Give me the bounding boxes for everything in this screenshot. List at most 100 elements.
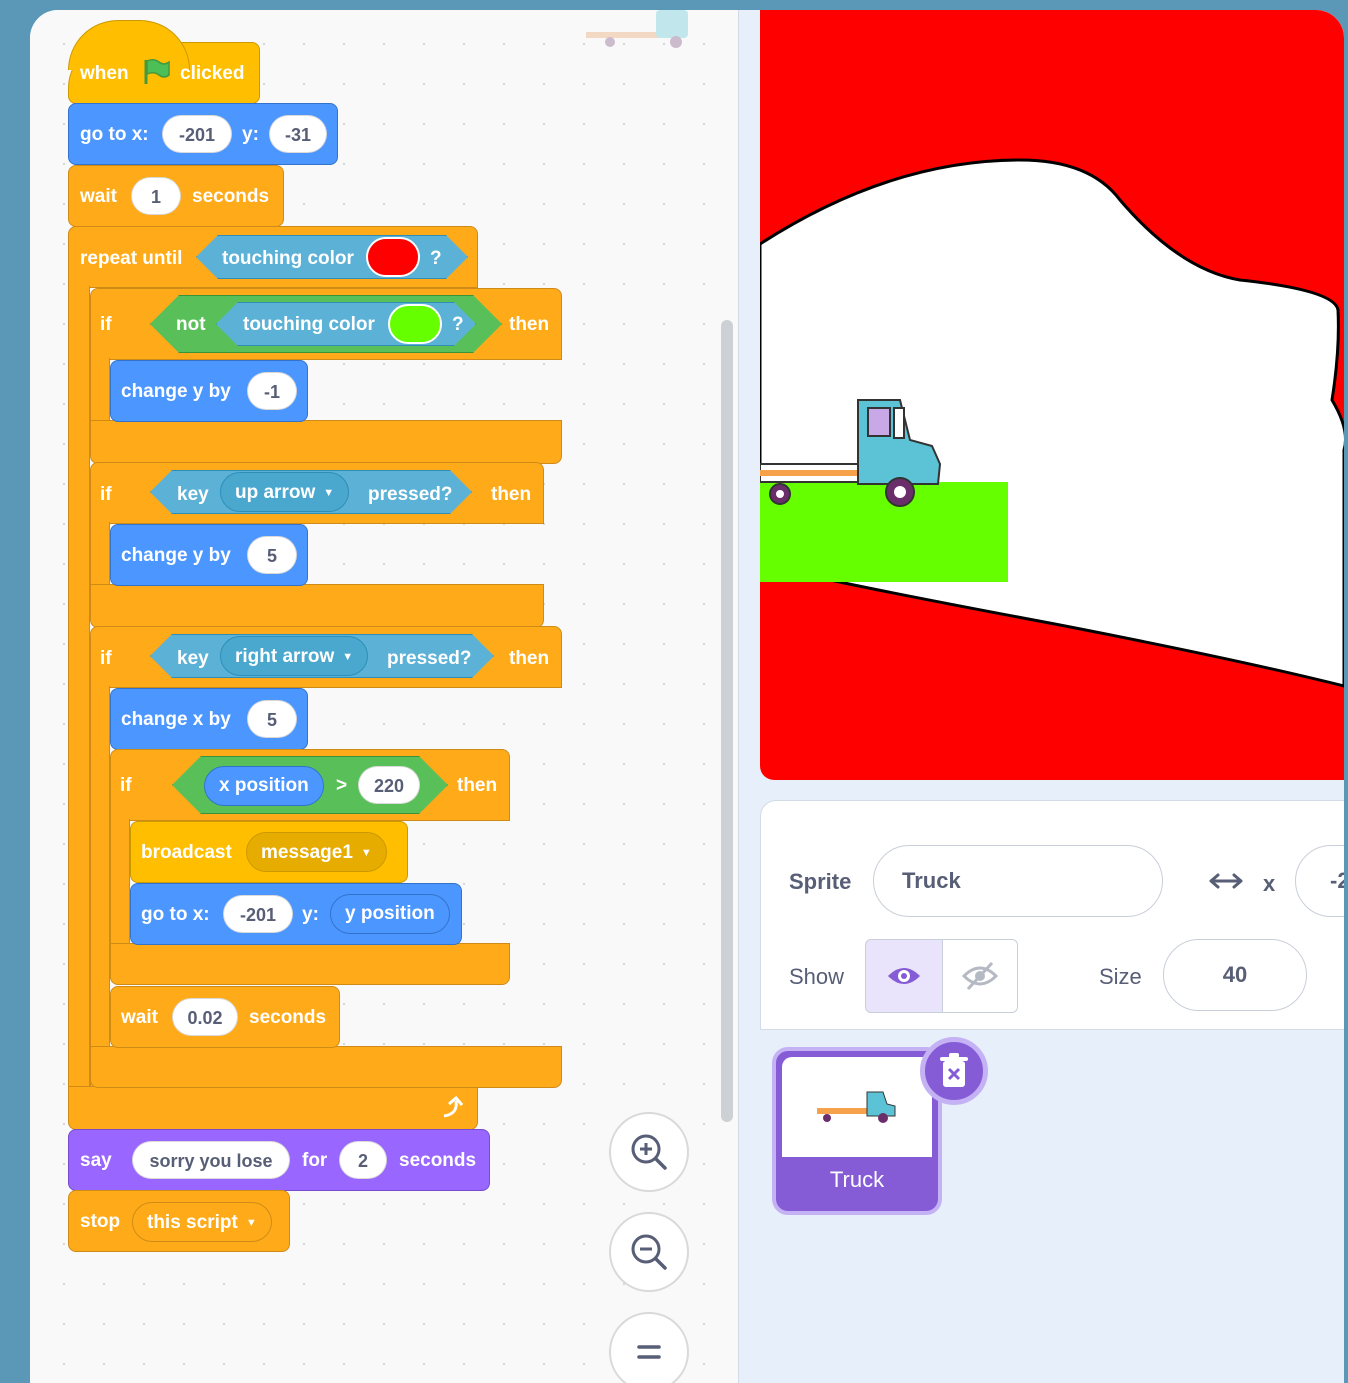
pane-divider xyxy=(738,10,760,1383)
zoom-out-button[interactable] xyxy=(609,1212,689,1292)
hat-when-label: when xyxy=(80,63,129,84)
if-4-foot xyxy=(110,943,510,985)
goto-y-input[interactable]: -31 xyxy=(269,115,327,153)
not-label: not xyxy=(176,314,206,335)
sprite-name-label: Sprite xyxy=(789,869,852,894)
if-1-foot xyxy=(90,420,562,464)
broadcast-message-dropdown[interactable]: message1 ▼ xyxy=(246,832,387,872)
if-2-label: if xyxy=(100,484,112,505)
change-y-label: change y by xyxy=(121,545,231,566)
say-label: say xyxy=(80,1150,112,1171)
key-label: key xyxy=(177,648,209,669)
sprite-thumbnail-image xyxy=(782,1057,932,1157)
compare-value-input[interactable]: 220 xyxy=(358,766,420,804)
red-color-swatch[interactable] xyxy=(366,237,420,277)
repeat-until-foot xyxy=(68,1086,478,1130)
truck-thumbnail-icon xyxy=(817,1091,896,1123)
green-flag-icon xyxy=(144,58,170,84)
trash-icon xyxy=(940,1053,968,1087)
zoom-in-icon xyxy=(631,1134,667,1170)
sprite-name-input[interactable]: Truck xyxy=(873,845,1163,917)
loop-arrow-icon xyxy=(443,1096,464,1118)
stop-label: stop xyxy=(80,1211,121,1232)
green-color-swatch[interactable] xyxy=(388,304,442,344)
size-input[interactable]: 40 xyxy=(1163,939,1307,1011)
if-3-label: if xyxy=(100,648,112,669)
code-workspace[interactable]: when clicked go to x: -201 y: -31 wait 1… xyxy=(30,10,738,1383)
delete-sprite-button[interactable] xyxy=(920,1037,988,1105)
show-visible-button[interactable] xyxy=(865,939,943,1013)
key-option-right: right arrow xyxy=(235,646,335,667)
change-y-input[interactable]: 5 xyxy=(247,536,297,574)
greater-than-symbol: > xyxy=(336,775,348,796)
key-label: key xyxy=(177,484,209,505)
if-4-label: if xyxy=(120,775,132,796)
repeat-question: ? xyxy=(430,248,442,269)
sprite-watermark-icon xyxy=(586,10,688,48)
y-position-reporter[interactable]: y position xyxy=(330,894,450,934)
sprite-info-panel: Sprite Truck x -2 Show Size 40 xyxy=(760,800,1344,1030)
goto-x-input[interactable]: -201 xyxy=(223,895,293,933)
if-1-question: ? xyxy=(452,314,464,335)
key-option-up: up arrow xyxy=(235,482,316,503)
sprite-thumbnail-name: Truck xyxy=(829,1167,885,1192)
sprite-thumbnail-truck[interactable]: Truck xyxy=(772,1047,942,1215)
sprite-list-pane: Truck xyxy=(760,1031,1344,1383)
key-dropdown-up[interactable]: up arrow ▼ xyxy=(220,472,350,512)
zoom-in-button[interactable] xyxy=(609,1112,689,1192)
wait-unit-label: seconds xyxy=(192,186,270,207)
say-unit-label: seconds xyxy=(399,1150,477,1171)
reset-zoom-button[interactable] xyxy=(609,1312,689,1383)
say-seconds-input[interactable]: 2 xyxy=(339,1141,387,1179)
if-1-then: then xyxy=(509,314,550,335)
eye-icon xyxy=(888,968,920,984)
stop-option: this script xyxy=(147,1212,238,1233)
if-2-foot xyxy=(90,584,544,628)
goto-label: go to x: xyxy=(141,904,210,925)
say-message-input[interactable]: sorry you lose xyxy=(132,1141,290,1179)
wait-seconds-input[interactable]: 0.02 xyxy=(172,998,238,1036)
x-position-reporter[interactable]: x position xyxy=(204,766,324,806)
touching-color-label: touching color xyxy=(222,248,354,269)
x-coordinate-input[interactable]: -2 xyxy=(1295,845,1344,917)
wait-seconds-input[interactable]: 1 xyxy=(131,177,181,215)
scratch-editor: when clicked go to x: -201 y: -31 wait 1… xyxy=(30,10,1344,1383)
zoom-out-icon xyxy=(631,1234,667,1270)
dropdown-caret-icon: ▼ xyxy=(360,847,372,859)
repeat-until-arm xyxy=(68,286,90,1106)
wait-unit-label: seconds xyxy=(249,1007,327,1028)
if-3-then: then xyxy=(509,648,550,669)
dropdown-caret-icon: ▼ xyxy=(323,487,335,499)
show-hidden-button[interactable] xyxy=(942,939,1018,1013)
touching-color-green-label: touching color xyxy=(243,314,375,335)
dropdown-caret-icon: ▼ xyxy=(342,651,354,663)
broadcast-label: broadcast xyxy=(141,842,232,863)
stage-canvas[interactable] xyxy=(760,10,1344,780)
horizontal-arrows-icon xyxy=(1209,873,1243,889)
goto-y-label: y: xyxy=(302,904,319,925)
repeat-until-label: repeat until xyxy=(80,248,183,269)
goto-y-label: y: xyxy=(242,124,259,145)
wait-label: wait xyxy=(121,1007,158,1028)
change-y-input[interactable]: -1 xyxy=(247,372,297,410)
pressed-label: pressed? xyxy=(387,648,472,669)
size-label: Size xyxy=(1099,964,1142,989)
if-1-label: if xyxy=(100,314,112,335)
change-x-input[interactable]: 5 xyxy=(247,700,297,738)
reset-zoom-icon xyxy=(637,1345,661,1359)
vertical-scrollbar[interactable] xyxy=(721,320,733,1122)
truck-sprite[interactable] xyxy=(760,398,950,510)
stage-backdrop xyxy=(760,10,1344,780)
say-for-label: for xyxy=(302,1150,328,1171)
change-y-label: change y by xyxy=(121,381,231,402)
if-4-then: then xyxy=(457,775,498,796)
if-3-foot xyxy=(90,1046,562,1088)
goto-x-input[interactable]: -201 xyxy=(162,115,232,153)
change-x-label: change x by xyxy=(121,709,231,730)
stop-option-dropdown[interactable]: this script ▼ xyxy=(132,1202,272,1242)
show-label: Show xyxy=(789,964,845,989)
x-label: x xyxy=(1263,871,1276,896)
if-3-arm xyxy=(90,686,110,1086)
hat-clicked-label: clicked xyxy=(180,63,245,84)
key-dropdown-right[interactable]: right arrow ▼ xyxy=(220,636,369,676)
